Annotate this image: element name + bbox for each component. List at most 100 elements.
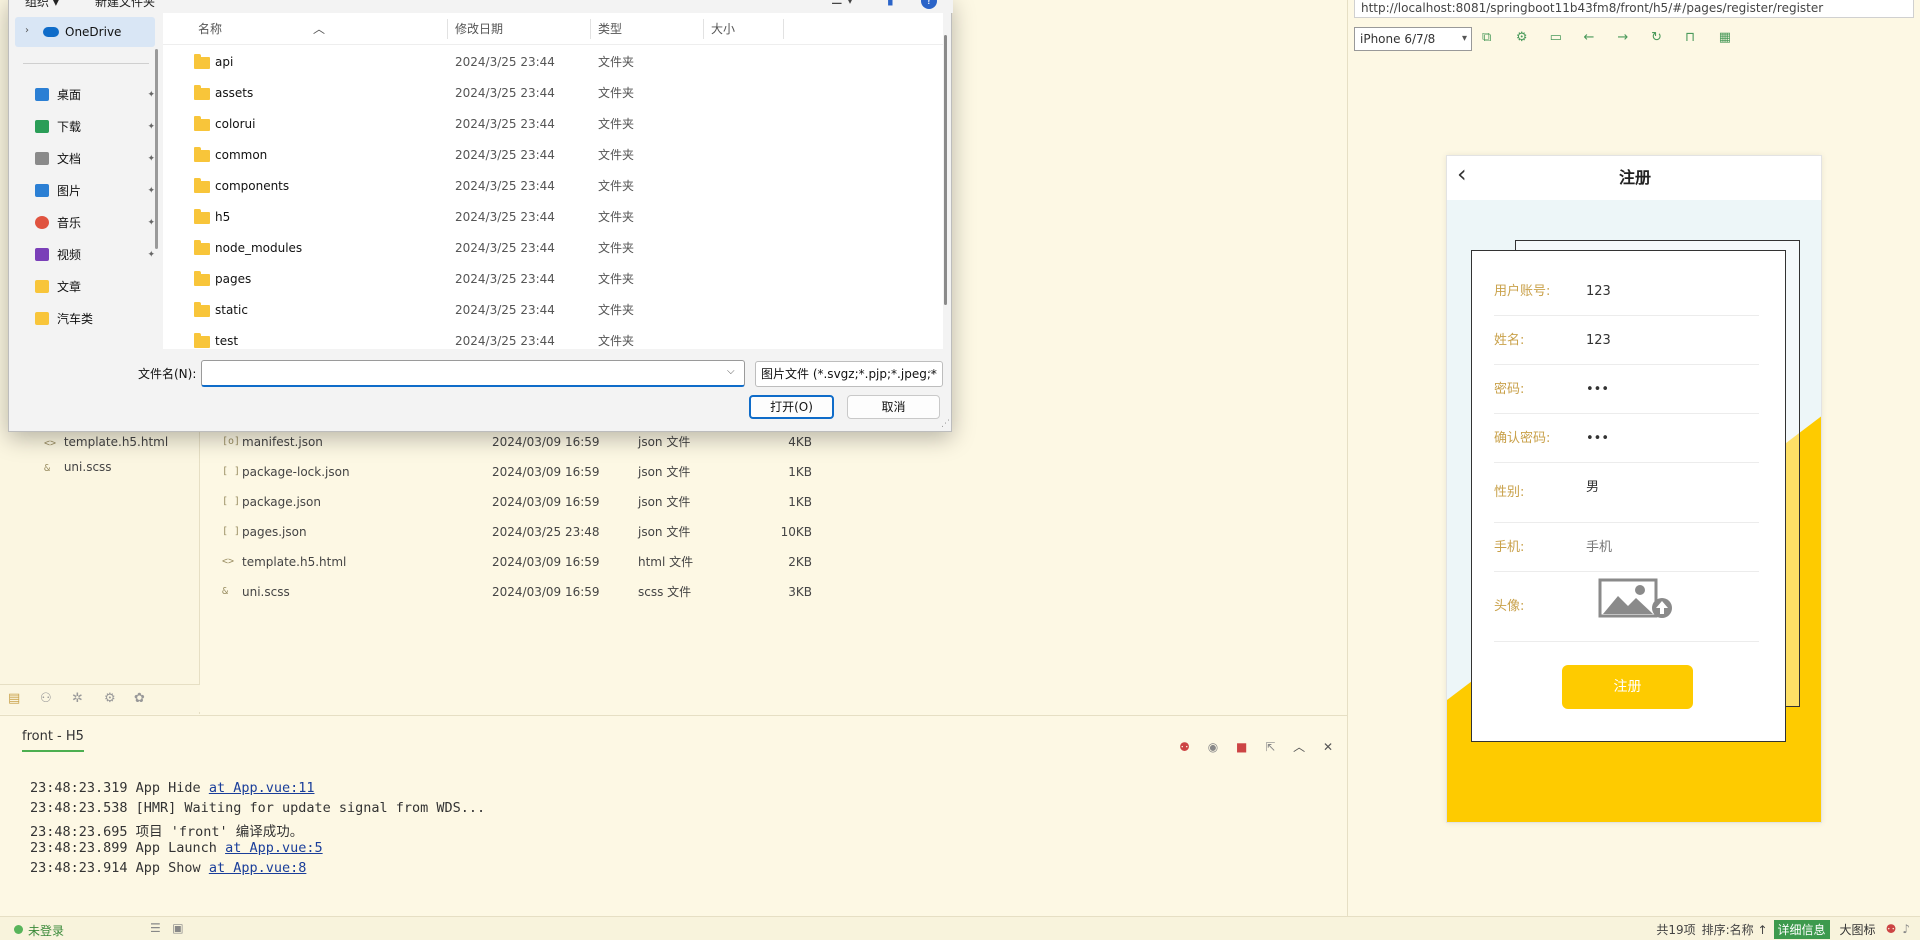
stop-icon[interactable]: ■ (1236, 740, 1247, 754)
column-divider[interactable] (447, 19, 448, 39)
bug-icon[interactable]: ⚉ (1179, 740, 1190, 754)
bell-icon[interactable]: ♪ (1902, 922, 1910, 936)
login-status[interactable]: 未登录 (13, 922, 64, 939)
console-source-link[interactable]: at App.vue:5 (225, 840, 323, 856)
file-row[interactable]: [ ] pages.json 2024/03/25 23:48 json 文件 … (222, 522, 822, 542)
form-row-avatar[interactable]: 头像: (1494, 572, 1759, 642)
name-input[interactable]: 123 (1586, 316, 1611, 365)
help-icon[interactable]: ? (921, 0, 937, 9)
detail-view-button[interactable]: 详细信息 (1773, 919, 1830, 939)
column-header-type[interactable]: 类型 (598, 13, 622, 45)
nav-item-music[interactable]: 音乐 ✦ (35, 208, 159, 238)
folder-row[interactable]: pages 2024/3/25 23:44 文件夹 (163, 264, 923, 295)
folder-row[interactable]: h5 2024/3/25 23:44 文件夹 (163, 202, 923, 233)
list-scrollbar[interactable] (944, 35, 947, 305)
pin-icon[interactable]: ✦ (147, 144, 155, 174)
open-button[interactable]: 打开(O) (749, 395, 834, 419)
refresh-icon[interactable]: ↻ (1651, 30, 1681, 45)
phone-input[interactable]: 手机 (1586, 523, 1612, 572)
folder-row[interactable]: components 2024/3/25 23:44 文件夹 (163, 171, 923, 202)
chevron-down-icon[interactable]: ⌵ (727, 366, 735, 377)
folder-row[interactable]: assets 2024/3/25 23:44 文件夹 (163, 78, 923, 109)
palette-icon[interactable]: ✿ (134, 691, 145, 706)
tree-item-uni-scss[interactable]: & uni.scss (44, 457, 112, 477)
arrow-right-icon[interactable]: → (1617, 30, 1647, 45)
gender-picker[interactable]: 男 (1586, 463, 1599, 512)
qrcode-icon[interactable]: ▦ (1719, 30, 1749, 45)
account-input[interactable]: 123 (1586, 267, 1611, 316)
view-menu-icon[interactable]: ☰ ▾ (831, 0, 853, 8)
device-select[interactable]: iPhone 6/7/8 (1354, 27, 1472, 51)
nav-scrollbar[interactable] (155, 49, 158, 249)
console-tab[interactable]: front - H5 (22, 729, 84, 752)
large-icon-view-button[interactable]: 大图标 (1836, 920, 1880, 939)
nav-item-pictures[interactable]: 图片 ✦ (35, 176, 159, 206)
debug-icon[interactable]: ✲ (72, 691, 83, 706)
file-type-filter[interactable]: 图片文件 (*.svgz;*.pjp;*.jpeg;* (755, 361, 943, 387)
filename-input[interactable] (201, 360, 745, 387)
resize-grip-icon[interactable]: ⋰ (941, 419, 950, 429)
organize-menu[interactable]: 组织 ▾ (25, 0, 59, 10)
console-source-link[interactable]: at App.vue:11 (209, 780, 315, 796)
form-row-phone[interactable]: 手机: 手机 (1494, 523, 1759, 572)
url-bar[interactable]: http://localhost:8081/springboot11b43fm8… (1354, 0, 1914, 18)
nav-item-videos[interactable]: 视频 ✦ (35, 240, 159, 270)
form-row-name[interactable]: 姓名: 123 (1494, 316, 1759, 365)
column-divider[interactable] (783, 19, 784, 39)
screen-icon[interactable]: ⧉ (1482, 30, 1512, 45)
folder-row[interactable]: api 2024/3/25 23:44 文件夹 (163, 47, 923, 78)
form-row-account[interactable]: 用户账号: 123 (1494, 267, 1759, 316)
list-icon[interactable]: ☰ ▣ (150, 921, 184, 935)
folder-row[interactable]: colorui 2024/3/25 23:44 文件夹 (163, 109, 923, 140)
column-header-size[interactable]: 大小 (711, 13, 735, 45)
export-icon[interactable]: ⇱ (1265, 740, 1275, 754)
pin-icon[interactable]: ✦ (147, 80, 155, 110)
settings-icon[interactable]: ⚙ (104, 691, 116, 706)
pin-icon[interactable]: ✦ (147, 240, 155, 270)
column-divider[interactable] (703, 19, 704, 39)
nav-item-articles[interactable]: 文章 (35, 272, 159, 302)
chevron-up-icon[interactable]: ︿ (1293, 738, 1305, 755)
nav-item-downloads[interactable]: 下载 ✦ (35, 112, 159, 142)
arrow-left-icon[interactable]: ← (1583, 30, 1613, 45)
plugin-icon[interactable]: ⚇ (40, 691, 52, 706)
preview-pane-icon[interactable]: ▮ (887, 0, 894, 7)
close-icon[interactable]: ✕ (1323, 740, 1333, 754)
form-row-confirm-password[interactable]: 确认密码: ••• (1494, 414, 1759, 463)
form-row-gender[interactable]: 性别: 男 (1494, 463, 1759, 523)
form-row-password[interactable]: 密码: ••• (1494, 365, 1759, 414)
pin-icon[interactable]: ✦ (147, 208, 155, 238)
file-row[interactable]: [ ] package.json 2024/03/09 16:59 json 文… (222, 492, 822, 512)
sort-toggle[interactable]: 排序:名称 ↑ (1702, 921, 1768, 938)
chevron-down-icon[interactable]: ⌵ (929, 366, 937, 377)
nav-item-desktop[interactable]: 桌面 ✦ (35, 80, 159, 110)
record-icon[interactable]: ◉ (1208, 740, 1218, 754)
console-source-link[interactable]: at App.vue:8 (209, 860, 307, 876)
terminal-icon[interactable]: ▭ (1550, 30, 1580, 45)
image-upload-icon[interactable] (1596, 578, 1676, 620)
lock-icon[interactable]: ⊓ (1685, 30, 1715, 45)
file-row[interactable]: & uni.scss 2024/03/09 16:59 scss 文件 3KB (222, 582, 822, 602)
folder-row[interactable]: common 2024/3/25 23:44 文件夹 (163, 140, 923, 171)
new-folder-button[interactable]: 新建文件夹 (95, 0, 155, 10)
column-header-date[interactable]: 修改日期 (455, 13, 503, 45)
confirm-password-input[interactable]: ••• (1586, 414, 1609, 463)
folder-row[interactable]: node_modules 2024/3/25 23:44 文件夹 (163, 233, 923, 264)
folder-row[interactable]: test 2024/3/25 23:44 文件夹 (163, 326, 923, 349)
nav-item-cars[interactable]: 汽车类 (35, 304, 159, 334)
pin-icon[interactable]: ✦ (147, 112, 155, 142)
register-button[interactable]: 注册 (1562, 665, 1693, 709)
file-row[interactable]: <> template.h5.html 2024/03/09 16:59 htm… (222, 552, 822, 572)
folder-icon[interactable]: ▤ (8, 691, 20, 706)
nav-item-onedrive[interactable]: › OneDrive (15, 17, 155, 47)
folder-row[interactable]: static 2024/3/25 23:44 文件夹 (163, 295, 923, 326)
settings-icon[interactable]: ⚙ (1516, 30, 1546, 45)
nav-item-documents[interactable]: 文档 ✦ (35, 144, 159, 174)
column-divider[interactable] (590, 19, 591, 39)
cancel-button[interactable]: 取消 (847, 395, 940, 419)
file-row[interactable]: [o] manifest.json 2024/03/09 16:59 json … (222, 432, 822, 452)
chevron-right-icon[interactable]: › (25, 25, 29, 36)
back-arrow-icon[interactable]: ‹ (1457, 160, 1467, 188)
tree-item-template-html[interactable]: <> template.h5.html (44, 432, 168, 452)
pin-icon[interactable]: ✦ (147, 176, 155, 206)
